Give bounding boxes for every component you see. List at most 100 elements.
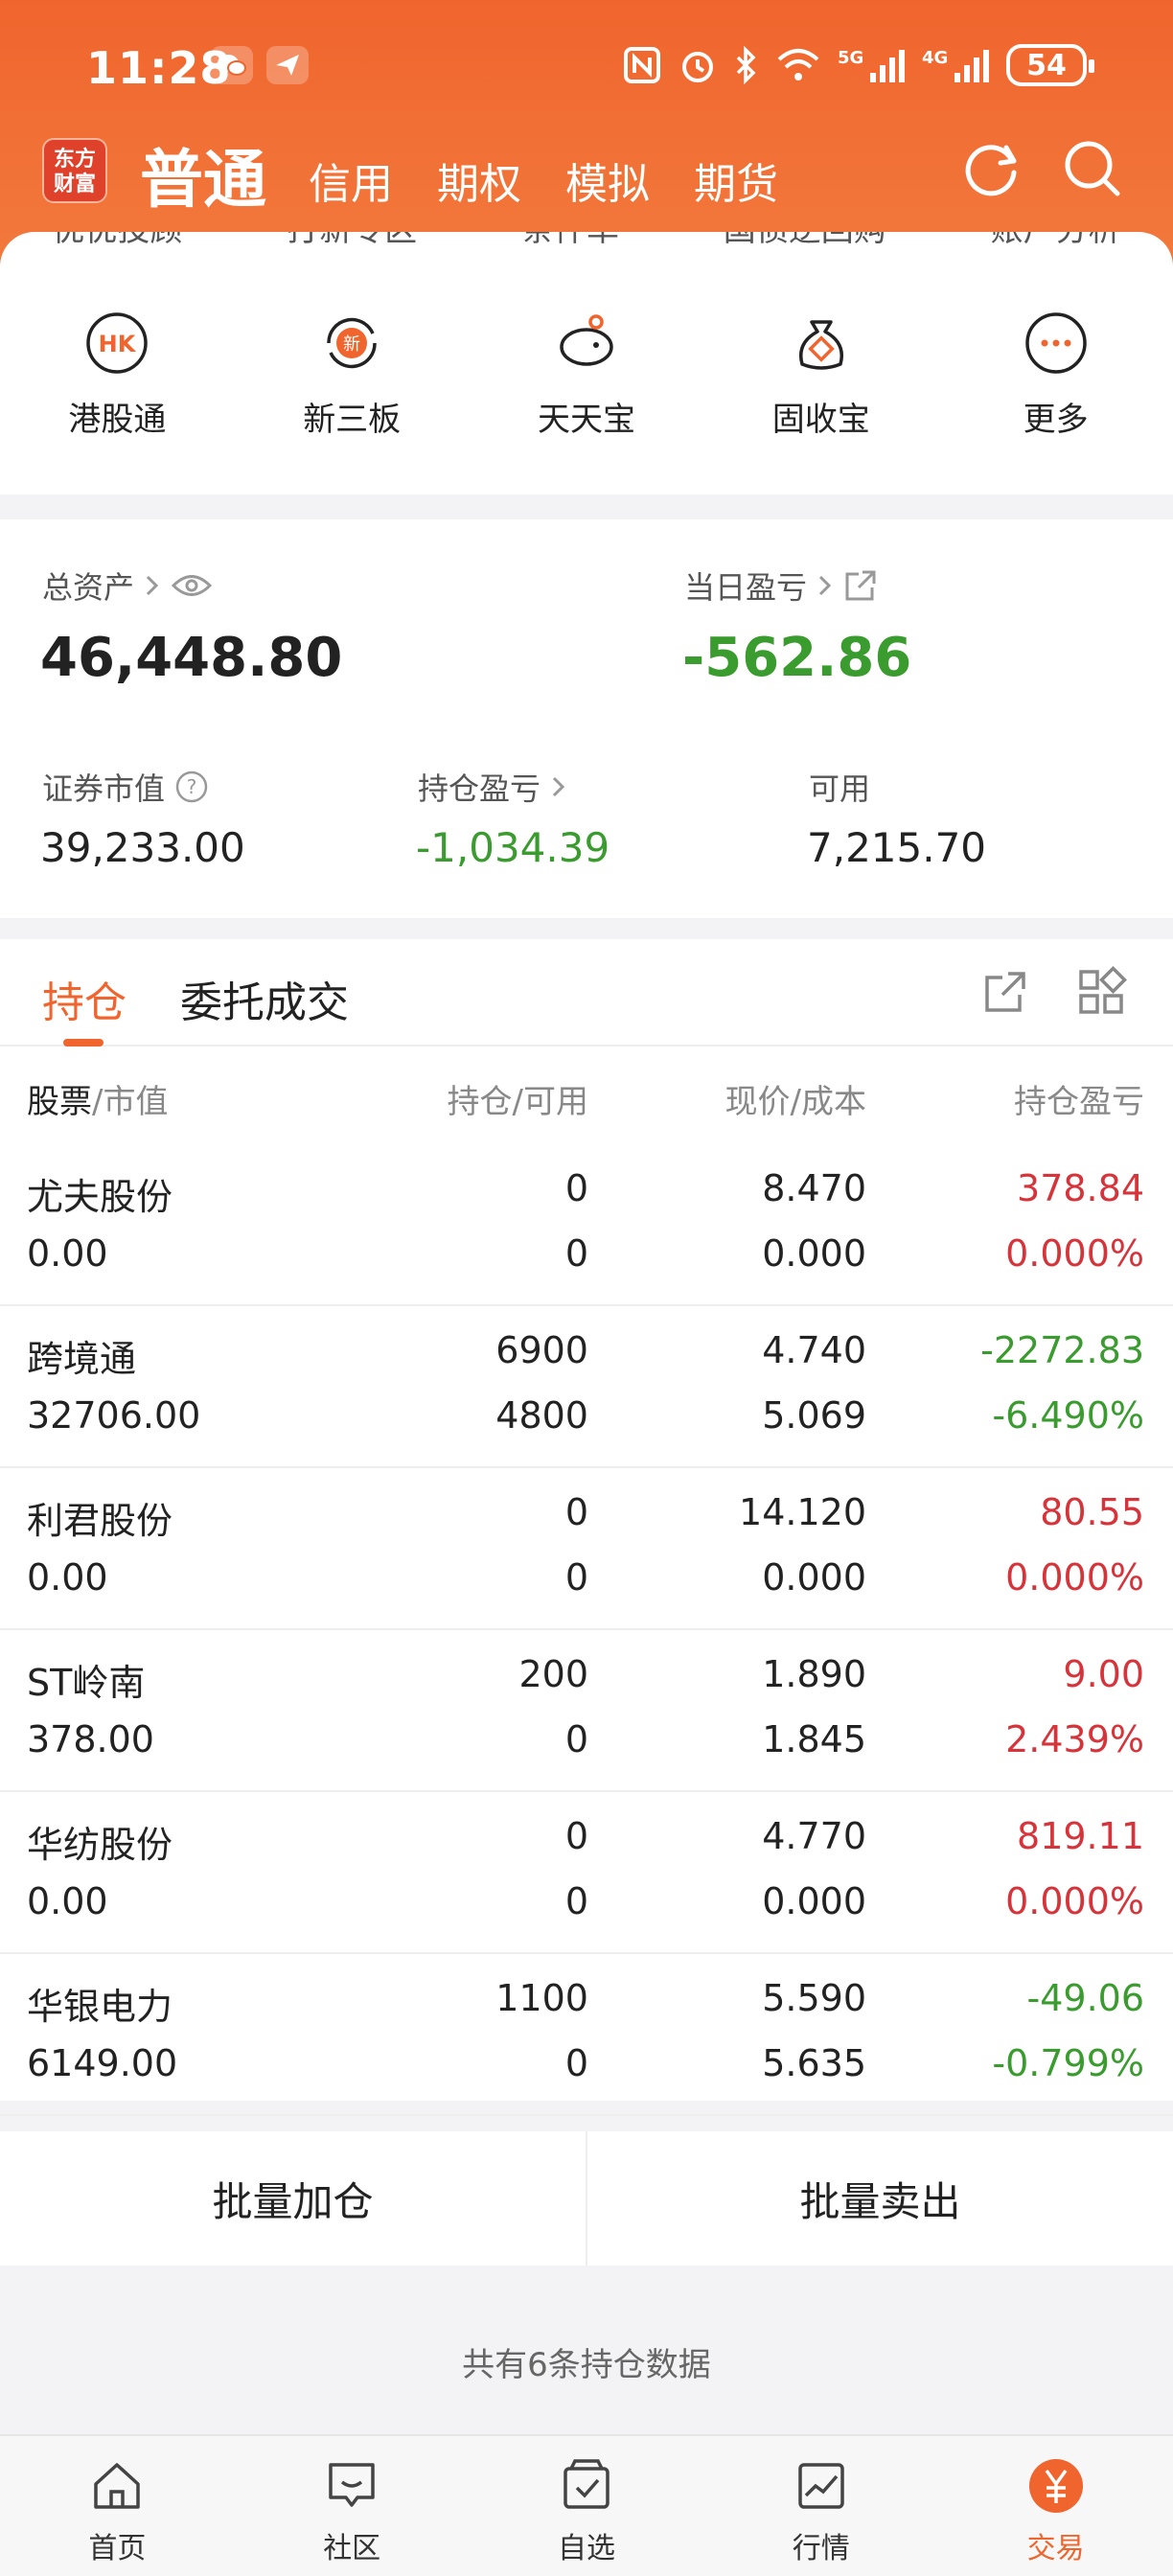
app-logo[interactable]: 东方财富	[42, 138, 107, 203]
cost-price: 0.000	[762, 1556, 866, 1598]
svg-text:HK: HK	[99, 331, 137, 357]
chat-icon	[329, 2463, 375, 2507]
quick-item-hk-connect[interactable]: HK 港股通	[21, 309, 213, 440]
bottom-nav-label: 行情	[792, 2532, 850, 2565]
stock-name: 华银电力	[27, 1986, 173, 2028]
tab-orders[interactable]: 委托成交	[180, 968, 349, 1029]
tab-simulation[interactable]: 模拟	[565, 150, 650, 211]
bottom-nav-community[interactable]: 社区	[235, 2436, 470, 2576]
available-value: 7,215.70	[807, 824, 987, 871]
position-pl-pct: 0.000%	[1005, 1556, 1144, 1598]
cost-price: 0.000	[762, 1232, 866, 1275]
more-icon	[1024, 312, 1087, 374]
quick-item-daily-treasure[interactable]: 天天宝	[491, 309, 682, 440]
bottom-nav-market[interactable]: 行情	[703, 2436, 938, 2576]
quick-item-neeq[interactable]: 新 新三板	[256, 309, 448, 440]
table-row[interactable]: 跨境通 32706.00 6900 4800 4.740 5.069 -2272.83 -6.…	[0, 1306, 1173, 1468]
position-pl-pct: 0.000%	[1005, 1232, 1144, 1275]
holdings-count-note: 共有6条持仓数据	[462, 2346, 711, 2384]
search-icon[interactable]	[1058, 134, 1127, 203]
peek-item[interactable]: 账户分析	[991, 232, 1121, 251]
bottom-nav-home[interactable]: 首页	[0, 2436, 235, 2576]
status-right-icons: 5G 4G 54	[623, 44, 1094, 86]
market-value: 378.00	[27, 1718, 154, 1760]
bottom-nav-label: 首页	[88, 2532, 147, 2565]
table-row[interactable]: 华纺股份 0.00 0 0 4.770 0.000 819.11 0.000%	[0, 1792, 1173, 1954]
line-chart-icon	[798, 2463, 844, 2509]
tab-credit[interactable]: 信用	[309, 150, 393, 211]
market-value: 6149.00	[27, 2042, 178, 2084]
available-qty: 0	[564, 1556, 588, 1598]
bottom-nav-trade[interactable]: 交易	[938, 2436, 1173, 2576]
eye-icon[interactable]	[171, 571, 213, 600]
total-assets-text: 总资产	[42, 569, 135, 606]
cost-price: 1.845	[762, 1718, 866, 1760]
market-value: 32706.00	[27, 1394, 201, 1437]
stock-name: 利君股份	[27, 1500, 173, 1542]
positions-tabs: 持仓 委托成交	[0, 939, 1173, 1046]
current-price: 4.740	[762, 1329, 866, 1371]
position-pl-pct: -6.490%	[992, 1394, 1144, 1437]
peek-item[interactable]: 优优投顾	[52, 232, 182, 251]
total-assets-label[interactable]: 总资产	[42, 564, 213, 608]
total-assets-value: 46,448.80	[40, 627, 343, 689]
refresh-icon[interactable]	[956, 134, 1025, 203]
chevron-right-icon	[818, 575, 832, 596]
available-label: 可用	[809, 765, 870, 809]
quick-item-more[interactable]: 更多	[960, 309, 1152, 440]
position-qty: 0	[564, 1815, 588, 1857]
status-notification-icons	[211, 46, 309, 84]
tab-options[interactable]: 期权	[437, 150, 521, 211]
table-row[interactable]: 尤夫股份 0.00 0 0 8.470 0.000 378.84 0.000%	[0, 1144, 1173, 1306]
market-value: 0.00	[27, 1556, 108, 1598]
table-row[interactable]: ST岭南 378.00 200 0 1.890 1.845 9.00 2.439%	[0, 1630, 1173, 1792]
share-icon[interactable]	[843, 568, 878, 603]
position-qty: 1100	[495, 1977, 588, 2019]
tab-active-indicator	[63, 1039, 104, 1046]
asset-summary: 总资产 46,448.80 当日盈亏 -562.86 证券市值 ? 39,233…	[0, 519, 1173, 918]
tab-futures[interactable]: 期货	[694, 150, 778, 211]
peek-item[interactable]: 打新专区	[287, 232, 417, 251]
header-stock-text: 股票	[27, 1083, 92, 1121]
tab-normal[interactable]: 普通	[140, 128, 266, 220]
quick-item-fixed-income[interactable]: 固收宝	[725, 309, 917, 440]
available-qty: 0	[564, 1718, 588, 1760]
grid-layout-icon[interactable]	[1075, 966, 1127, 1018]
bluetooth-icon	[736, 46, 756, 84]
wifi-icon	[777, 49, 819, 80]
quick-label: 天天宝	[537, 401, 635, 439]
header-market-text: /市值	[92, 1083, 169, 1121]
quick-label: 港股通	[68, 401, 167, 439]
position-pl-text: 持仓盈亏	[418, 770, 541, 807]
nfc-icon	[624, 47, 660, 83]
position-qty: 0	[564, 1167, 588, 1209]
position-pl: 80.55	[1040, 1491, 1144, 1533]
header-stock: 股票/市值	[27, 1075, 168, 1122]
peek-item[interactable]: 国债逆回购	[724, 232, 886, 251]
bottom-nav-watchlist[interactable]: 自选	[470, 2436, 704, 2576]
bulk-sell-button[interactable]: 批量卖出	[587, 2131, 1173, 2266]
cost-price: 5.069	[762, 1394, 866, 1437]
position-pl-label[interactable]: 持仓盈亏	[418, 765, 567, 809]
export-icon[interactable]	[979, 966, 1031, 1018]
xin-icon: 新	[327, 317, 377, 369]
table-row[interactable]: 华银电力 6149.00 1100 0 5.590 5.635 -49.06 -0.799%	[0, 1954, 1173, 2116]
chevron-right-icon	[552, 776, 565, 797]
cost-price: 5.635	[762, 2042, 866, 2084]
current-price: 4.770	[762, 1815, 866, 1857]
available-qty: 0	[564, 2042, 588, 2084]
position-qty: 6900	[495, 1329, 588, 1371]
daily-pl-label[interactable]: 当日盈亏	[684, 564, 878, 608]
home-icon	[94, 2463, 141, 2509]
table-row[interactable]: 利君股份 0.00 0 0 14.120 0.000 80.55 0.000%	[0, 1468, 1173, 1630]
tab-holdings[interactable]: 持仓	[42, 968, 126, 1029]
help-icon[interactable]: ?	[174, 770, 209, 804]
position-pl-pct: -0.799%	[992, 2042, 1144, 2084]
peek-item[interactable]: 条件单	[521, 232, 619, 251]
stock-name: ST岭南	[27, 1662, 146, 1704]
available-qty: 0	[564, 1880, 588, 1922]
bulk-add-button[interactable]: 批量加仓	[0, 2131, 586, 2266]
market-value-label: 证券市值 ?	[42, 765, 209, 809]
svg-text:新: 新	[343, 334, 360, 355]
signal-5g-icon: 5G	[838, 48, 905, 82]
